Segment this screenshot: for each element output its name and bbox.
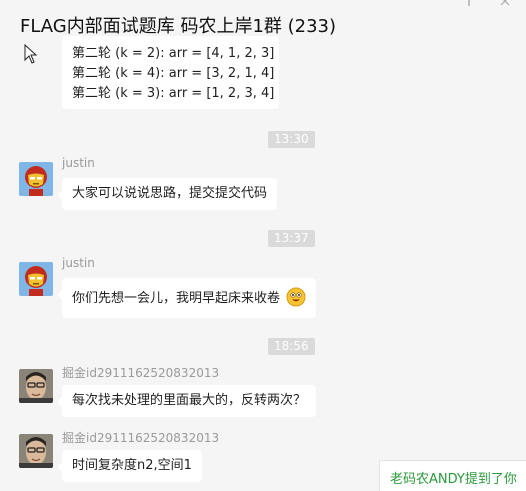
sender-name: 掘金id2911162520832013	[62, 366, 220, 380]
photo-avatar[interactable]	[19, 434, 53, 468]
mention-banner[interactable]: 老码农ANDY提到了你	[379, 460, 526, 491]
timestamp-badge: 18:56	[268, 338, 315, 355]
photo-avatar[interactable]	[19, 369, 53, 403]
message-bubble[interactable]: 大家可以说说思路，提交提交代码	[56, 178, 278, 210]
ironman-avatar[interactable]	[19, 262, 53, 296]
message-bubble[interactable]: 时间复杂度n2,空间1	[57, 450, 202, 482]
mouse-pointer-icon	[24, 44, 38, 64]
sender-name: justin	[62, 156, 95, 170]
sender-name: 掘金id2911162520832013	[62, 431, 220, 445]
pin-icon[interactable]	[462, 0, 476, 6]
message-text: 你们先想一会儿，我明早起床来收卷	[72, 291, 281, 306]
message-bubble[interactable]: 第二轮 (k = 2): arr = [4, 1, 2, 3] 第二轮 (k =…	[62, 36, 279, 109]
message-bubble[interactable]: 每次找未处理的里面最大的，反转两次？	[56, 385, 317, 417]
close-icon[interactable]	[500, 0, 510, 6]
message-line: 第二轮 (k = 4): arr = [3, 2, 1, 4]	[72, 66, 275, 81]
sender-name: justin	[62, 256, 95, 270]
ironman-avatar[interactable]	[19, 162, 53, 196]
timestamp-badge: 13:37	[268, 230, 315, 247]
timestamp-badge: 13:30	[268, 131, 315, 148]
grinning-face-emoji	[286, 287, 306, 307]
message-bubble[interactable]: 你们先想一会儿，我明早起床来收卷	[56, 278, 317, 318]
chat-title: FLAG内部面试题库 码农上岸1群 (233)	[20, 16, 337, 37]
message-line: 第二轮 (k = 2): arr = [4, 1, 2, 3]	[72, 46, 275, 61]
message-line: 第二轮 (k = 3): arr = [1, 2, 3, 4]	[72, 86, 275, 101]
